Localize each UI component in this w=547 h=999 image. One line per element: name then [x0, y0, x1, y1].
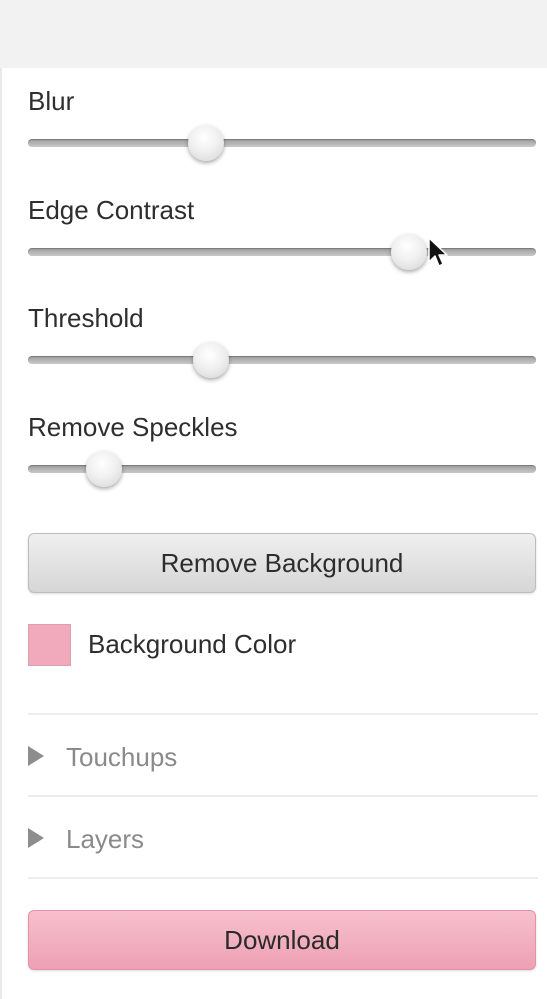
- edge-contrast-label: Edge Contrast: [28, 195, 195, 225]
- threshold-label: Threshold: [28, 303, 144, 333]
- top-bar: [0, 0, 547, 68]
- layers-section-toggle[interactable]: Layers: [28, 818, 536, 858]
- blur-slider[interactable]: [28, 125, 536, 161]
- layers-label: Layers: [66, 824, 145, 854]
- panel-edge: [0, 68, 2, 999]
- touchups-label: Touchups: [66, 742, 178, 772]
- edge-contrast-slider-thumb[interactable]: [391, 234, 427, 270]
- divider: [28, 713, 538, 715]
- remove-speckles-slider-thumb[interactable]: [86, 451, 123, 487]
- divider: [28, 795, 538, 797]
- triangle-right-icon: [28, 746, 44, 766]
- mouse-cursor-icon: [428, 237, 448, 267]
- remove-background-button[interactable]: Remove Background: [28, 533, 536, 593]
- background-color-label: Background Color: [88, 629, 297, 659]
- remove-speckles-slider[interactable]: [28, 451, 536, 487]
- download-button[interactable]: Download: [28, 910, 536, 970]
- blur-slider-thumb[interactable]: [187, 125, 224, 161]
- blur-label: Blur: [28, 86, 75, 116]
- background-color-swatch[interactable]: [28, 624, 71, 666]
- edge-contrast-slider[interactable]: [28, 234, 536, 270]
- divider: [28, 877, 538, 879]
- touchups-section-toggle[interactable]: Touchups: [28, 736, 536, 776]
- triangle-right-icon: [28, 828, 44, 848]
- threshold-slider-thumb[interactable]: [192, 342, 229, 378]
- remove-speckles-label: Remove Speckles: [28, 412, 238, 442]
- threshold-slider[interactable]: [28, 342, 536, 378]
